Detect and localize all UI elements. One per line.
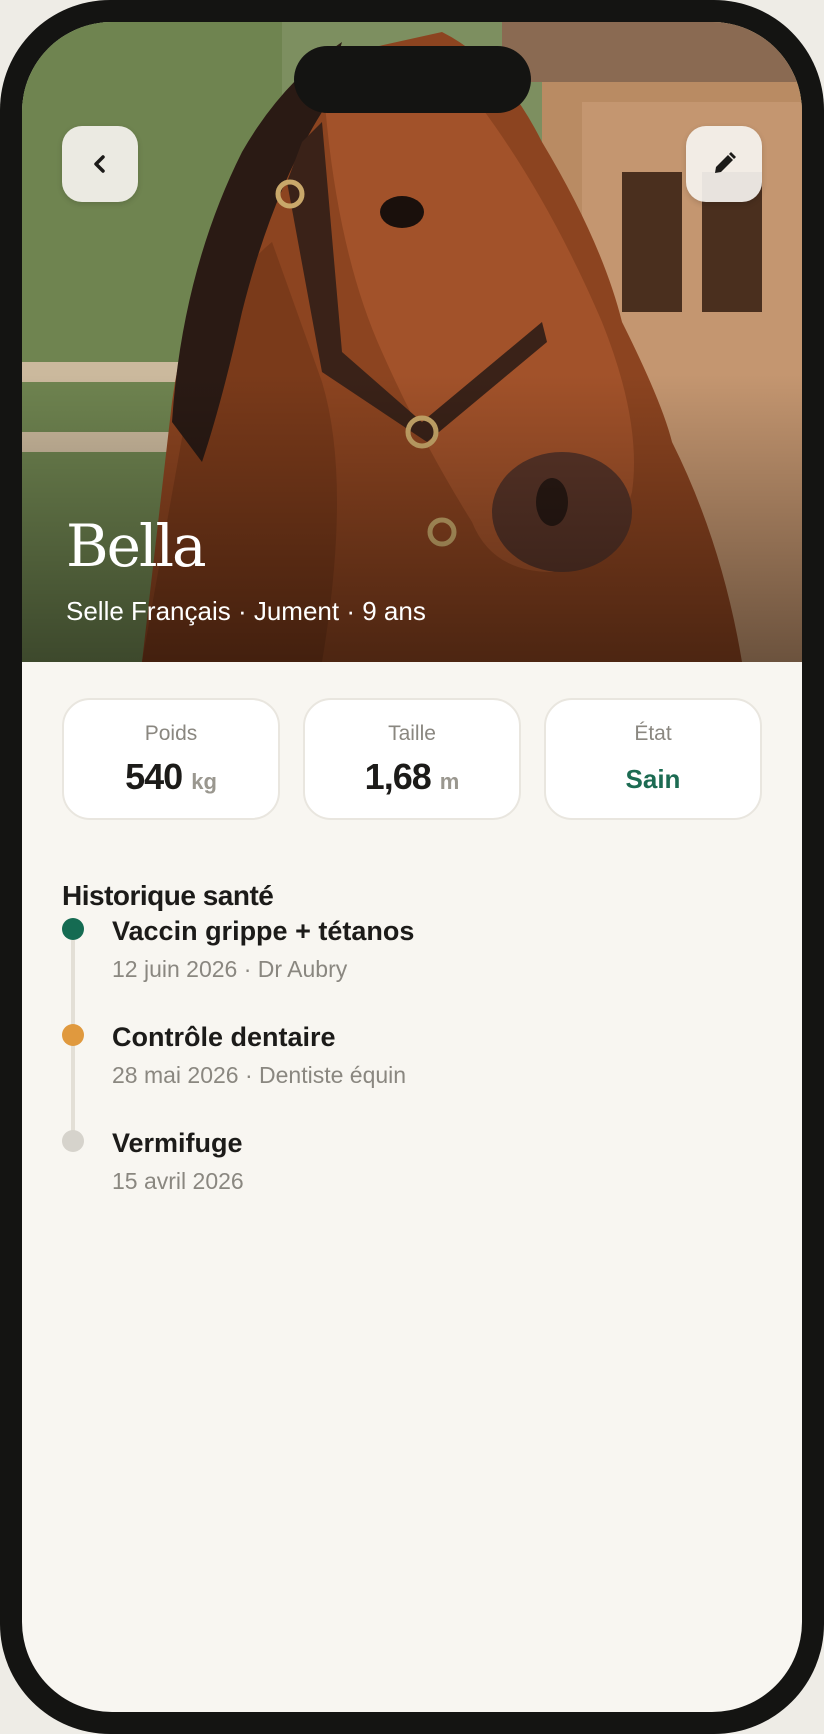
dynamic-island <box>294 46 531 113</box>
horse-name: Bella <box>66 512 207 580</box>
stat-label: Taille <box>388 722 436 745</box>
screen: Bella Selle Français · Jument · 9 ans Po… <box>22 22 802 1712</box>
stat-card-weight: Poids 540 kg <box>62 698 280 820</box>
phone-frame: Bella Selle Français · Jument · 9 ans Po… <box>0 0 824 1734</box>
timeline-item[interactable]: Vermifuge 15 avril 2026 <box>62 1128 762 1218</box>
horse-meta: Selle Français · Jument · 9 ans <box>66 596 426 627</box>
timeline-item-title: Contrôle dentaire <box>112 1022 336 1052</box>
horse-age: 9 ans <box>362 596 426 626</box>
stat-number: 1,68 <box>364 756 432 797</box>
timeline-item-title: Vermifuge <box>112 1128 243 1158</box>
stat-unit: m <box>439 769 460 794</box>
timeline-item-title: Vaccin grippe + tétanos <box>112 916 415 946</box>
stat-label: Poids <box>144 722 198 745</box>
timeline-item[interactable]: Vaccin grippe + tétanos 12 juin 2026 · D… <box>62 916 762 1006</box>
timeline-dot <box>62 1130 84 1152</box>
back-button[interactable] <box>62 126 138 202</box>
edit-button[interactable] <box>686 126 762 202</box>
timeline-item-subtitle: 15 avril 2026 <box>112 1168 244 1194</box>
section-title-history: Historique santé <box>62 880 274 911</box>
stat-number: 540 <box>125 756 183 797</box>
horse-sex: Jument <box>253 596 340 626</box>
timeline-item-subtitle: 28 mai 2026 · Dentiste équin <box>112 1062 407 1088</box>
status-value: Sain <box>625 764 681 794</box>
stat-label: État <box>634 722 672 745</box>
timeline-item-subtitle: 12 juin 2026 · Dr Aubry <box>112 956 348 982</box>
stats-row: Poids 540 kg Taille 1,68 m État Sain <box>62 698 762 820</box>
stat-value: 1,68 m <box>305 756 519 798</box>
meta-separator: · <box>339 596 363 626</box>
chevron-left-icon <box>94 155 105 173</box>
stat-value: 540 kg <box>64 756 278 798</box>
meta-separator: · <box>230 596 254 626</box>
timeline-dot <box>62 1024 84 1046</box>
stat-card-status: État Sain <box>544 698 762 820</box>
timeline-dot <box>62 918 84 940</box>
timeline-item[interactable]: Contrôle dentaire 28 mai 2026 · Dentiste… <box>62 1022 762 1112</box>
pencil-icon <box>715 152 736 173</box>
hero-photo: Bella Selle Français · Jument · 9 ans <box>22 22 802 662</box>
stat-card-height: Taille 1,68 m <box>303 698 521 820</box>
horse-breed: Selle Français <box>66 596 231 626</box>
health-timeline: Vaccin grippe + tétanos 12 juin 2026 · D… <box>62 916 762 1236</box>
stat-unit: kg <box>191 769 217 794</box>
